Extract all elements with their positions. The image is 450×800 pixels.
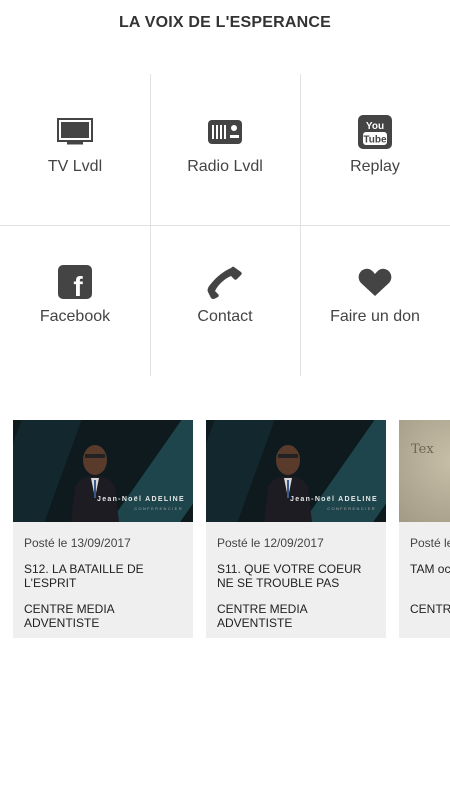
menu-item-label: TV Lvdl (47, 158, 103, 175)
thumbnail-subcaption: CONFERENCIER (327, 506, 376, 511)
menu-item-facebook[interactable]: f Facebook (0, 224, 150, 374)
thumbnail-caption: Jean-Noël ADELINE (290, 496, 378, 503)
video-card[interactable]: Tex Posté le TAM oc CENTRE (399, 420, 450, 638)
thumbnail-script-text: Tex (411, 442, 434, 457)
menu-item-label: Contact (197, 308, 253, 325)
menu-grid: TV Lvdl Radio Lvdl You Tube Replay f Fac… (0, 74, 450, 376)
radio-icon (207, 116, 243, 148)
video-thumbnail[interactable]: Jean-Noël ADELINE CONFERENCIER (206, 420, 386, 522)
video-card[interactable]: Jean-Noël ADELINE CONFERENCIER Posté le … (13, 420, 193, 638)
youtube-icon-text-top: You (366, 121, 384, 132)
phone-icon (207, 266, 243, 299)
app-title: LA VOIX DE L'ESPERANCE (118, 14, 332, 31)
menu-item-tv[interactable]: TV Lvdl (0, 74, 150, 224)
menu-item-contact[interactable]: Contact (150, 224, 300, 374)
menu-item-label: Radio Lvdl (187, 158, 263, 175)
video-carousel[interactable]: Jean-Noël ADELINE CONFERENCIER Posté le … (0, 420, 450, 640)
menu-item-donate[interactable]: Faire un don (300, 224, 450, 374)
post-date: Posté le (410, 536, 450, 550)
menu-item-label: Faire un don (330, 308, 420, 325)
video-title: S12. LA BATAILLE DE L'ESPRIT (24, 562, 144, 590)
video-title: S11. QUE VOTRE COEUR NE SE TROUBLE PAS (217, 562, 362, 590)
post-date: Posté le 12/09/2017 (217, 536, 324, 550)
menu-item-radio[interactable]: Radio Lvdl (150, 74, 300, 224)
youtube-icon-text-bottom: Tube (363, 135, 387, 146)
menu-item-label: Facebook (39, 308, 111, 325)
thumbnail-caption: Jean-Noël ADELINE (97, 496, 185, 503)
tv-icon (57, 116, 93, 148)
video-thumbnail[interactable]: Tex (399, 420, 450, 522)
youtube-icon: You Tube (358, 115, 392, 149)
thumbnail-subcaption: CONFERENCIER (134, 506, 183, 511)
video-source: CENTRE MEDIA ADVENTISTE (217, 602, 308, 630)
menu-item-replay[interactable]: You Tube Replay (300, 74, 450, 224)
post-date: Posté le 13/09/2017 (24, 536, 131, 550)
speaker-image (264, 445, 312, 522)
menu-item-label: Replay (350, 158, 400, 175)
heart-icon (358, 266, 392, 298)
video-title: TAM oc (410, 562, 450, 576)
facebook-icon-text: f (73, 271, 83, 299)
video-card[interactable]: Jean-Noël ADELINE CONFERENCIER Posté le … (206, 420, 386, 638)
facebook-icon: f (58, 265, 92, 299)
video-thumbnail[interactable]: Jean-Noël ADELINE CONFERENCIER (13, 420, 193, 522)
video-source: CENTRE MEDIA ADVENTISTE (24, 602, 115, 630)
speaker-image (71, 445, 119, 522)
video-source: CENTRE (410, 602, 450, 616)
